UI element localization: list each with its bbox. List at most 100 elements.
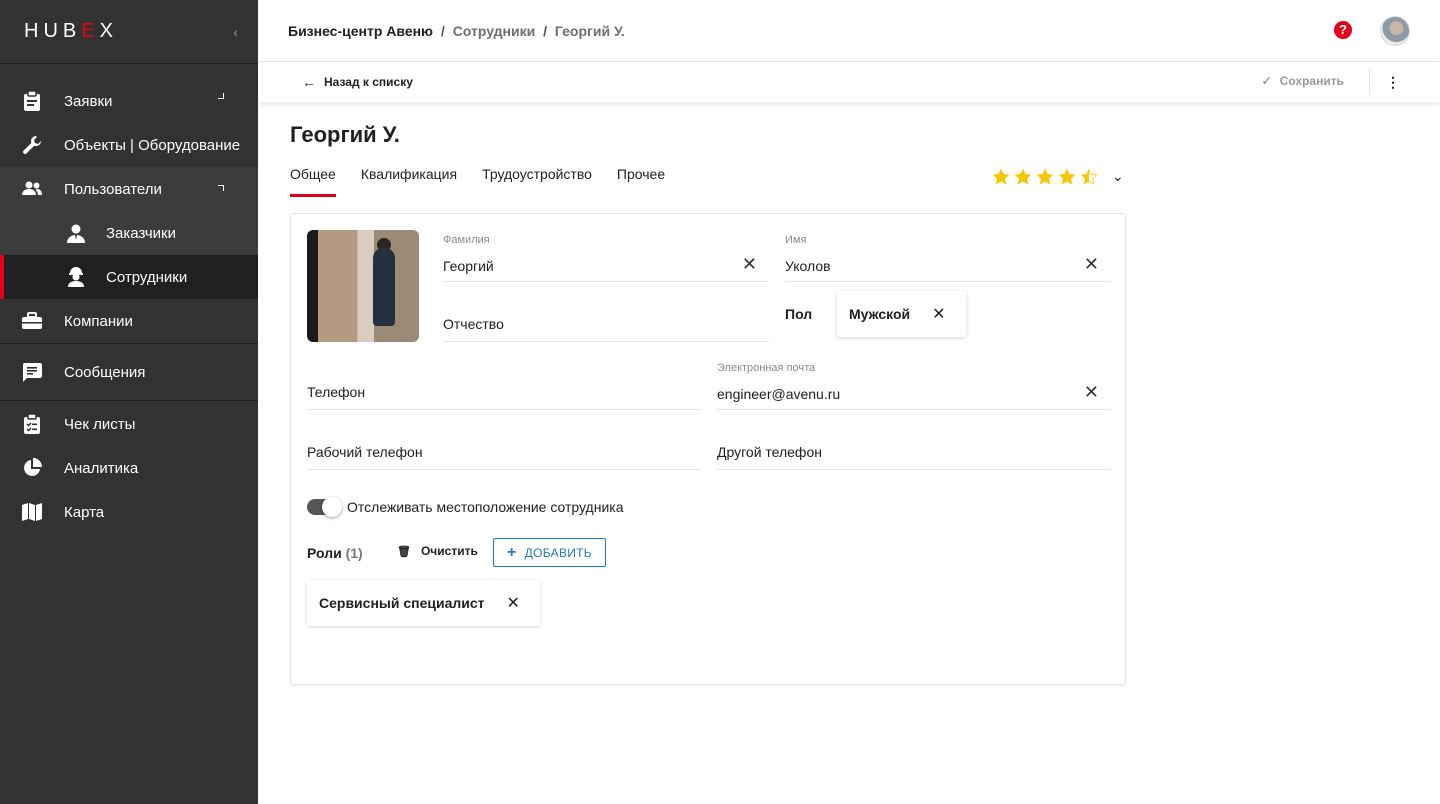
chevron-down-icon[interactable]: ⌄: [1112, 168, 1124, 185]
phone-placeholder[interactable]: Телефон: [307, 384, 365, 400]
last-name-value[interactable]: Георгий: [443, 258, 494, 274]
phone-field[interactable]: Телефон: [307, 354, 701, 410]
save-button[interactable]: ✓ Сохранить: [1262, 74, 1344, 88]
track-location-label: Отслеживать местоположение сотрудника: [347, 499, 624, 515]
employee-photo[interactable]: [307, 230, 419, 342]
checklist-icon: [22, 414, 42, 434]
add-role-label: ДОБАВИТЬ: [524, 545, 592, 560]
star-icon[interactable]: [1014, 168, 1032, 186]
more-vertical-icon[interactable]: ⋮: [1386, 74, 1400, 91]
email-label: Электронная почта: [717, 362, 816, 374]
sidebar-item-checklists[interactable]: Чек листы: [0, 402, 258, 446]
nav-group-main: Заявки Объекты | Оборудование Пользовате…: [0, 64, 258, 344]
sidebar-item-objects[interactable]: Объекты | Оборудование: [0, 123, 258, 167]
chevron-down-icon: [218, 93, 224, 99]
clear-icon[interactable]: ✕: [742, 255, 757, 273]
roles-label: Роли (1): [307, 545, 363, 561]
customer-icon: [66, 223, 86, 243]
sidebar-item-map[interactable]: Карта: [0, 490, 258, 534]
sidebar-item-label: Аналитика: [64, 459, 139, 477]
tabs: Общее Квалификация Трудоустройство Проче…: [290, 166, 690, 197]
breadcrumb-separator: /: [440, 22, 445, 39]
close-icon[interactable]: ✕: [932, 304, 945, 324]
sidebar-item-label: Заявки: [64, 92, 113, 110]
avatar[interactable]: [1380, 16, 1410, 46]
sidebar-item-label: Чек листы: [64, 415, 136, 433]
sidebar-item-label: Заказчики: [106, 224, 176, 242]
sidebar-item-label: Сотрудники: [106, 268, 188, 286]
message-icon: [22, 362, 42, 382]
work-phone-placeholder[interactable]: Рабочий телефон: [307, 444, 423, 460]
patronymic-field[interactable]: Отчество: [443, 286, 769, 342]
page-title: Георгий У.: [290, 122, 400, 147]
clear-roles-label: Очистить: [420, 544, 478, 558]
sidebar-item-users[interactable]: Пользователи: [0, 167, 258, 211]
collapse-sidebar-icon[interactable]: ‹: [233, 24, 238, 40]
sidebar-header: HUBEX ‹: [0, 0, 258, 64]
tab-general[interactable]: Общее: [290, 166, 336, 197]
close-icon[interactable]: ✕: [507, 593, 520, 613]
gender-value: Мужской: [849, 306, 911, 322]
top-bar: Бизнес-центр Авеню / Сотрудники / Георги…: [258, 0, 1440, 62]
sidebar-item-label: Сообщения: [64, 363, 146, 381]
arrow-left-icon: ←: [302, 74, 316, 90]
breadcrumb-building[interactable]: Бизнес-центр Авеню: [288, 23, 433, 39]
clipboard-icon: [22, 91, 42, 111]
briefcase-icon: [22, 311, 42, 331]
first-name-label: Имя: [785, 234, 807, 246]
sidebar-item-companies[interactable]: Компании: [0, 299, 258, 343]
star-icon[interactable]: [992, 168, 1010, 186]
roles-title: Роли: [307, 545, 342, 561]
logo[interactable]: HUBEX: [24, 20, 118, 43]
add-role-button[interactable]: + ДОБАВИТЬ: [493, 538, 606, 567]
star-icon[interactable]: [1036, 168, 1054, 186]
role-chip[interactable]: Сервисный специалист ✕: [307, 580, 540, 626]
clear-icon[interactable]: ✕: [1084, 383, 1099, 401]
back-to-list-button[interactable]: ← Назад к списку: [302, 74, 413, 90]
tab-employment[interactable]: Трудоустройство: [482, 166, 592, 197]
sidebar-item-messages[interactable]: Сообщения: [0, 350, 258, 394]
gender-chip[interactable]: Мужской ✕: [837, 291, 966, 337]
star-icon[interactable]: [1080, 168, 1098, 186]
breadcrumb: Бизнес-центр Авеню / Сотрудники / Георги…: [288, 23, 625, 39]
last-name-field[interactable]: Фамилия Георгий ✕: [443, 226, 769, 282]
sidebar-item-analytics[interactable]: Аналитика: [0, 446, 258, 490]
toggle-knob: [322, 497, 342, 517]
photo-person-body: [373, 248, 395, 326]
help-icon[interactable]: ?: [1334, 21, 1352, 39]
users-icon: [22, 179, 42, 199]
breadcrumb-separator: /: [543, 22, 548, 39]
email-field[interactable]: Электронная почта engineer@avenu.ru ✕: [717, 354, 1111, 410]
work-phone-field[interactable]: Рабочий телефон: [307, 414, 701, 470]
nav-group-messages: Сообщения: [0, 344, 258, 401]
clear-icon[interactable]: ✕: [1084, 255, 1099, 273]
pie-chart-icon: [22, 458, 42, 478]
check-icon: ✓: [1261, 74, 1272, 88]
patronymic-placeholder[interactable]: Отчество: [443, 316, 504, 332]
gender-label: Пол: [785, 306, 813, 322]
logo-text: HUBEX: [24, 20, 118, 42]
sidebar-item-customers[interactable]: Заказчики: [0, 211, 258, 255]
other-phone-placeholder[interactable]: Другой телефон: [717, 444, 822, 460]
sidebar-item-employees[interactable]: Сотрудники: [0, 255, 258, 299]
trash-icon: 🗑: [397, 545, 411, 558]
action-bar: ← Назад к списку ✓ Сохранить ⋮: [258, 62, 1440, 102]
roles-count: (1): [345, 545, 363, 561]
sidebar-item-label: Пользователи: [64, 180, 162, 198]
tab-qualification[interactable]: Квалификация: [361, 166, 457, 197]
track-location-toggle[interactable]: [307, 497, 342, 517]
first-name-field[interactable]: Имя Уколов ✕: [785, 226, 1111, 282]
nav-group-tools: Чек листы Аналитика Карта: [0, 401, 258, 534]
sidebar-item-label: Объекты | Оборудование: [64, 136, 241, 154]
breadcrumb-employees[interactable]: Сотрудники: [453, 23, 536, 39]
tab-other[interactable]: Прочее: [617, 166, 665, 197]
email-value[interactable]: engineer@avenu.ru: [717, 386, 840, 402]
divider: [1369, 70, 1370, 94]
star-icon[interactable]: [1058, 168, 1076, 186]
clear-roles-button[interactable]: 🗑 Очистить: [397, 544, 478, 558]
other-phone-field[interactable]: Другой телефон: [717, 414, 1111, 470]
sidebar-item-requests[interactable]: Заявки: [0, 79, 258, 123]
first-name-value[interactable]: Уколов: [785, 258, 831, 274]
last-name-label: Фамилия: [443, 234, 490, 246]
worker-icon: [66, 267, 86, 287]
